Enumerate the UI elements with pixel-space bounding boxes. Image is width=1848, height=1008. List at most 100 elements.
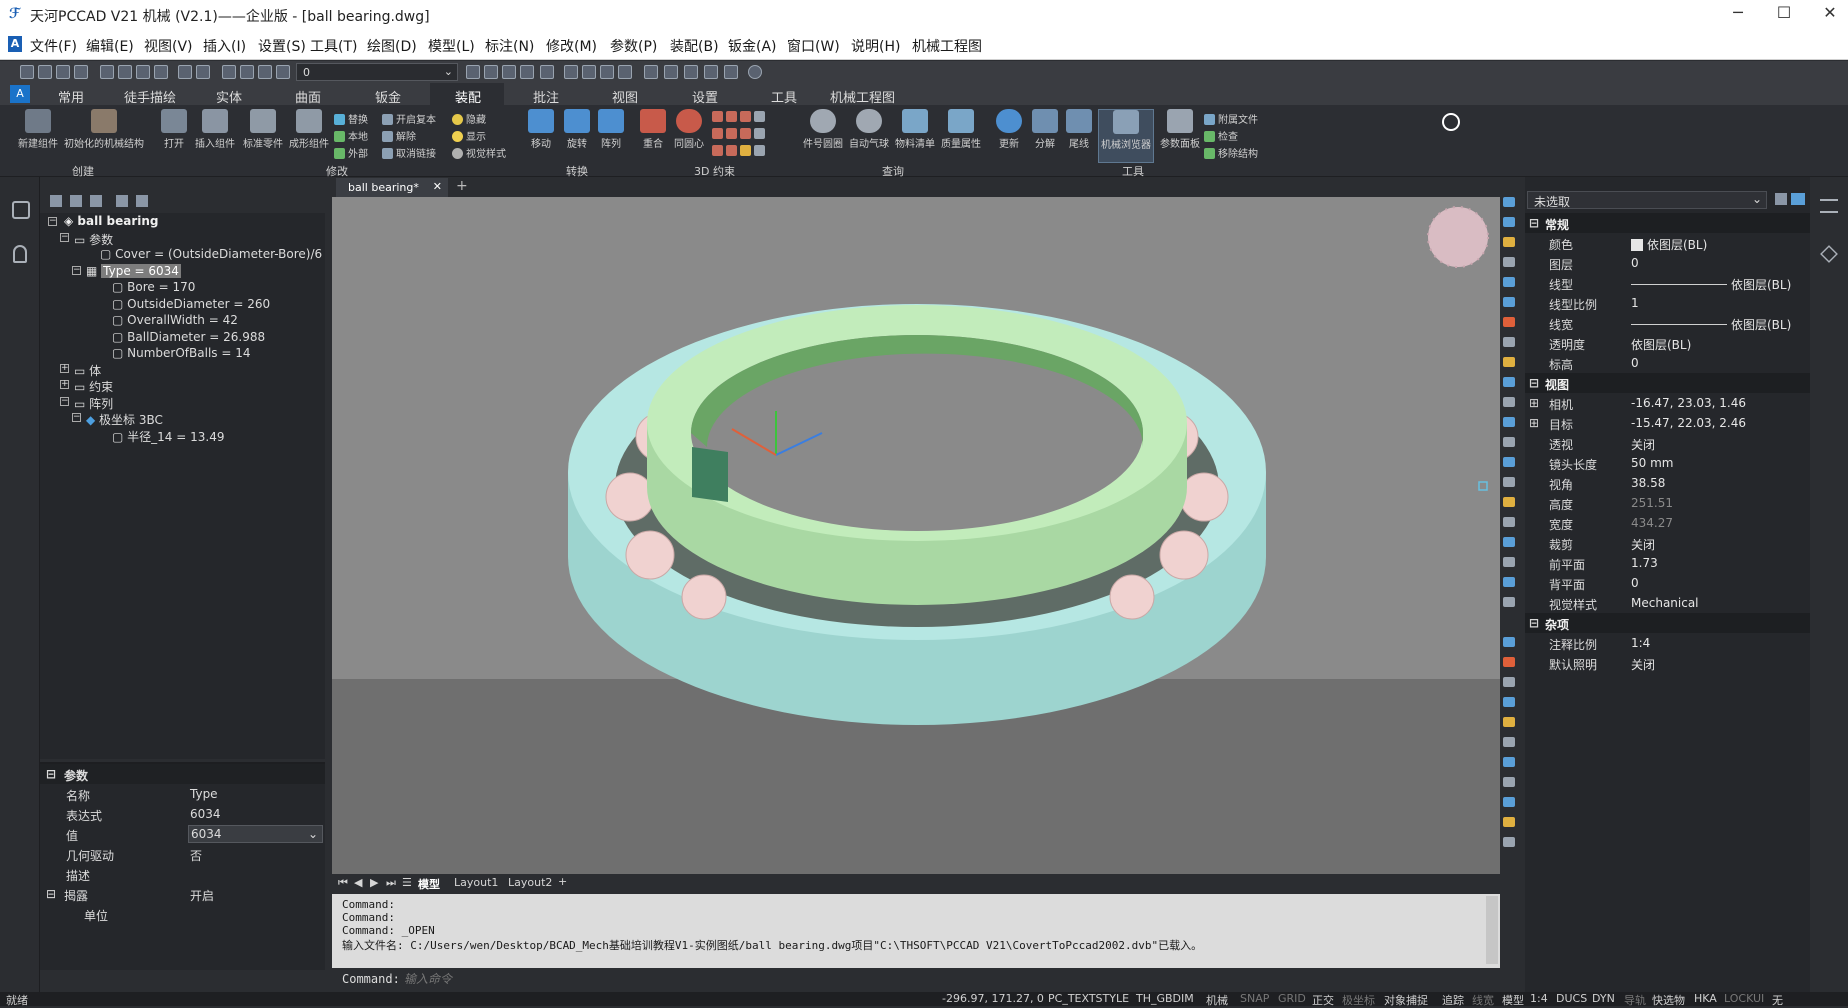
collapse-icon[interactable]: − [48, 217, 57, 226]
tree-sort-icon[interactable] [90, 195, 102, 207]
tab-settings[interactable]: 设置 [692, 87, 718, 106]
prop-layer[interactable]: 图层 0 [1525, 253, 1810, 273]
tab-layout1[interactable]: Layout1 [454, 876, 498, 889]
tool-icon[interactable] [1503, 577, 1515, 587]
prop-lens-length[interactable]: 镜头长度 50 mm [1525, 453, 1810, 473]
move-button[interactable]: 移动 [526, 109, 556, 150]
prop-visual-style[interactable]: 视觉样式 Mechanical [1525, 593, 1810, 613]
tab-view[interactable]: 视图 [612, 87, 638, 106]
collapse-icon[interactable]: ⊟ [1529, 216, 1539, 230]
check-button[interactable]: 检查 [1204, 128, 1238, 143]
collapse-icon[interactable]: − [72, 266, 81, 275]
tab-model[interactable]: 模型 [418, 876, 440, 892]
tree-param-outside-diameter[interactable]: ▢ OutsideDiameter = 260 [112, 297, 270, 311]
tree-param-cover[interactable]: ▢ Cover = (OutsideDiameter-Bore)/6 [100, 247, 322, 261]
tool-icon[interactable] [1503, 697, 1515, 707]
menu-assembly[interactable]: 装配(B) [670, 36, 719, 56]
tree-settings-icon[interactable] [116, 195, 128, 207]
mech-browser-button[interactable]: 机械浏览器 [1098, 109, 1154, 163]
tool-icon[interactable] [1503, 477, 1515, 487]
array-button[interactable]: 阵列 [596, 109, 626, 150]
auto-balloon-button[interactable]: 自动气球 [846, 109, 892, 150]
status-grid[interactable]: GRID [1278, 992, 1306, 1005]
tool-icon[interactable] [1503, 357, 1515, 367]
prop-color[interactable]: 颜色 依图层(BL) [1525, 233, 1810, 253]
expand-icon[interactable]: + [60, 364, 69, 373]
layers-icon[interactable] [1820, 245, 1838, 263]
light-bulb-icon[interactable] [222, 65, 236, 79]
collapse-icon[interactable]: ⊟ [46, 767, 56, 781]
expand-icon[interactable]: ⊞ [1529, 416, 1539, 430]
prop-field-of-view[interactable]: 视角 38.58 [1525, 473, 1810, 493]
prop-lineweight[interactable]: 线宽 依图层(BL) [1525, 313, 1810, 333]
attachments-button[interactable]: 附属文件 [1204, 111, 1258, 126]
menu-parameter[interactable]: 参数(P) [610, 36, 657, 56]
layer-previous-icon[interactable] [484, 65, 498, 79]
prop-elevation[interactable]: 标高 0 [1525, 353, 1810, 373]
constraint-tool-2[interactable] [712, 128, 768, 140]
collapse-icon[interactable]: − [60, 233, 69, 242]
menu-window[interactable]: 窗口(W) [787, 36, 840, 56]
selection-dropdown[interactable]: 未选取 ⌄ [1527, 191, 1767, 209]
print-preview-icon[interactable] [118, 65, 132, 79]
tab-common[interactable]: 常用 [58, 87, 84, 106]
menu-draw[interactable]: 绘图(D) [367, 36, 417, 56]
dissolve-button[interactable]: 解除 [382, 128, 416, 143]
tool-icon[interactable] [1503, 497, 1515, 507]
tool-icon[interactable] [1503, 377, 1515, 387]
tree-body-folder[interactable]: ▭ 体 [74, 362, 101, 379]
minimize-button[interactable]: ─ [1718, 3, 1758, 27]
tool-icon[interactable] [1503, 317, 1515, 327]
layer-isolate-icon[interactable] [502, 65, 516, 79]
tree-polar-array[interactable]: ◆ 极坐标 3BC [86, 411, 163, 428]
status-ducs[interactable]: DUCS [1556, 992, 1587, 1005]
tree-expand-icon[interactable] [70, 195, 82, 207]
menu-dimension[interactable]: 标注(N) [485, 36, 534, 56]
prev-layout-icon[interactable]: ◀ [354, 876, 362, 889]
last-layout-icon[interactable]: ⏭ [386, 876, 396, 890]
redo-icon[interactable] [196, 65, 210, 79]
tree-param-overall-width[interactable]: ▢ OverallWidth = 42 [112, 313, 238, 327]
category-misc[interactable]: ⊟ 杂项 [1525, 613, 1810, 633]
explode-button[interactable]: 分解 [1030, 109, 1060, 150]
local-button[interactable]: 本地 [334, 128, 368, 143]
tree-filter-icon[interactable] [50, 195, 62, 207]
tool-icon[interactable] [1503, 837, 1515, 847]
expand-icon[interactable]: + [60, 380, 69, 389]
prop-clipping[interactable]: 裁剪 关闭 [1525, 533, 1810, 553]
tool-icon[interactable] [1503, 537, 1515, 547]
3d-viewport[interactable] [332, 197, 1500, 874]
tree-param-ball-diameter[interactable]: ▢ BallDiameter = 26.988 [112, 330, 265, 344]
remove-structure-button[interactable]: 移除结构 [1204, 145, 1258, 160]
tool-icon[interactable] [1503, 637, 1515, 647]
print-icon[interactable] [100, 65, 114, 79]
tool-icon[interactable] [1503, 657, 1515, 667]
layer-dropdown[interactable]: 0 ⌄ [296, 63, 458, 81]
collapse-icon[interactable]: ⊟ [46, 887, 56, 901]
status-lockui[interactable]: LOCKUI [1724, 992, 1764, 1005]
plot-icon[interactable] [154, 65, 168, 79]
match-layer-icon[interactable] [466, 65, 480, 79]
prop-target[interactable]: ⊞ 目标 -15.47, 22.03, 2.46 [1525, 413, 1810, 433]
view-named-icon[interactable] [618, 65, 632, 79]
tree-param-radius[interactable]: ▢ 半径_14 = 13.49 [112, 428, 224, 445]
layer-color-icon[interactable] [276, 65, 290, 79]
collapse-icon[interactable]: − [72, 413, 81, 422]
prop-annotation-scale[interactable]: 注释比例 1:4 [1525, 633, 1810, 653]
status-dim-style[interactable]: TH_GBDIM [1136, 992, 1194, 1005]
tool-icon[interactable] [1503, 277, 1515, 287]
menu-settings[interactable]: 设置(S) [258, 36, 306, 56]
category-general[interactable]: ⊟ 常规 [1525, 213, 1810, 233]
save-icon[interactable] [56, 65, 70, 79]
tool-icon[interactable] [1503, 797, 1515, 807]
menu-view[interactable]: 视图(V) [144, 36, 193, 56]
open-button[interactable]: 打开 [158, 109, 190, 150]
first-layout-icon[interactable]: ⏮ [338, 876, 348, 890]
tab-tools[interactable]: 工具 [771, 87, 797, 106]
open-file-icon[interactable] [38, 65, 52, 79]
filter-icon[interactable] [1775, 193, 1787, 205]
app-button-icon[interactable]: A [10, 85, 30, 103]
prop-camera[interactable]: ⊞ 相机 -16.47, 23.03, 1.46 [1525, 393, 1810, 413]
menu-tools[interactable]: 工具(T) [310, 36, 357, 56]
tool-icon[interactable] [1503, 717, 1515, 727]
